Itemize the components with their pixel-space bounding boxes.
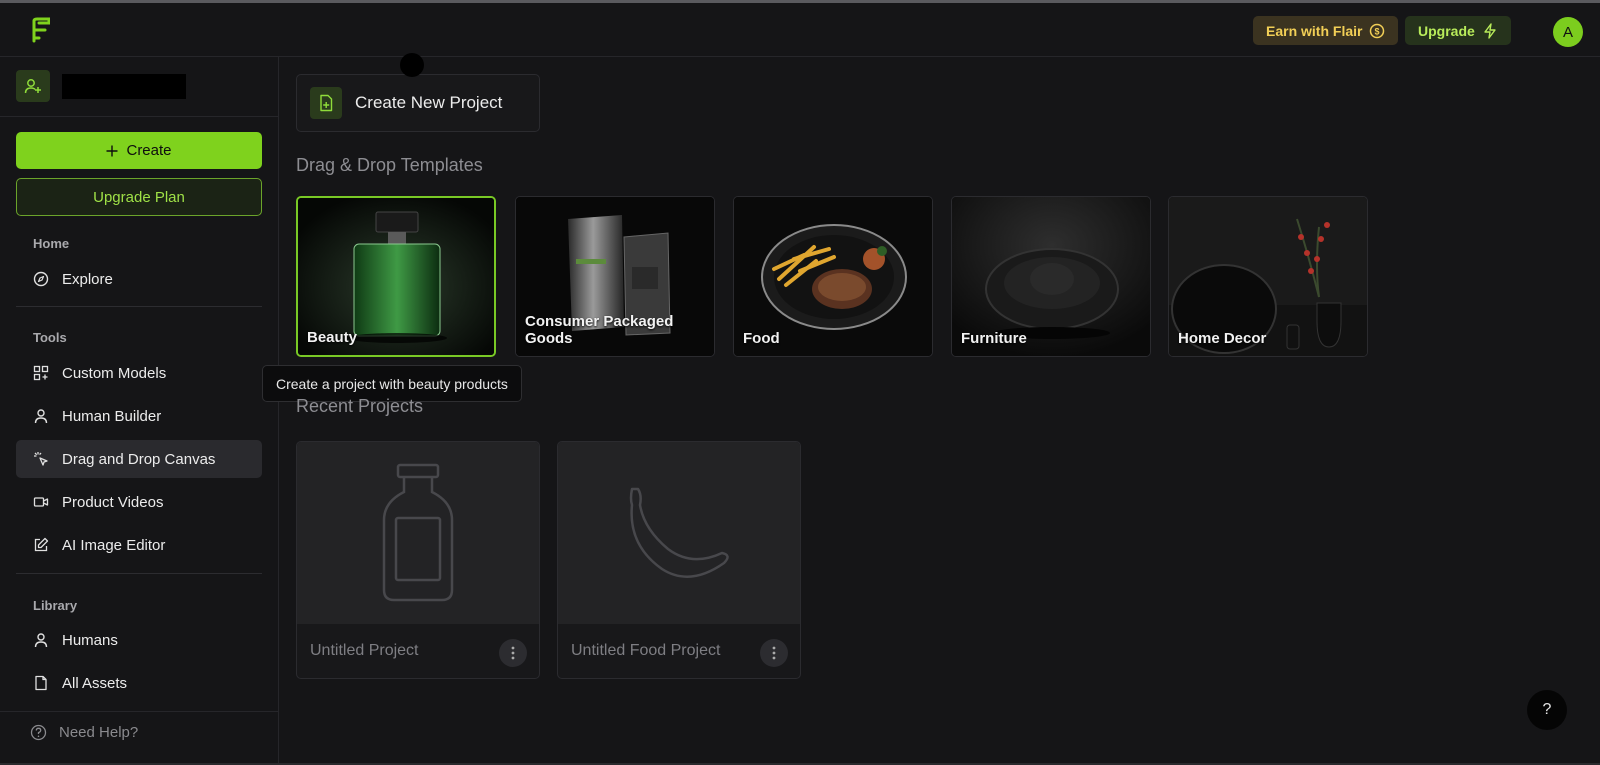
project-thumbnail [558, 442, 800, 624]
upgrade-plan-button[interactable]: Upgrade Plan [16, 178, 262, 216]
compass-icon [33, 271, 49, 287]
person-icon [34, 633, 48, 648]
upgrade-label: Upgrade [1418, 22, 1475, 39]
bottle-icon [382, 463, 454, 602]
create-label: Create [126, 142, 172, 159]
more-options-icon[interactable] [499, 639, 527, 667]
upgrade-button[interactable]: Upgrade [1405, 16, 1511, 45]
create-button[interactable]: Create [16, 132, 262, 169]
sidebar-divider [0, 116, 279, 117]
template-card-consumer-packaged-goods[interactable]: Consumer Packaged Goods [515, 196, 715, 357]
coin-icon: $ [1370, 23, 1385, 38]
sidebar-item-label: Drag and Drop Canvas [62, 450, 216, 468]
user-switcher[interactable] [16, 70, 186, 102]
project-title: Untitled Project [310, 642, 419, 659]
mouse-cursor-indicator [400, 53, 424, 77]
video-camera-icon [33, 497, 49, 507]
create-new-project-card[interactable]: Create New Project [296, 74, 540, 132]
template-label: Home Decor [1178, 330, 1267, 347]
create-new-project-label: Create New Project [355, 93, 503, 112]
project-card-untitled-food[interactable]: Untitled Food Project [557, 441, 801, 679]
sidebar-item-product-videos[interactable]: Product Videos [16, 483, 262, 521]
sidebar-item-drag-drop-canvas[interactable]: Drag and Drop Canvas [16, 440, 262, 478]
lightning-icon [1484, 22, 1496, 39]
sidebar-divider [16, 573, 262, 574]
template-label: Furniture [961, 330, 1027, 347]
sidebar-divider [16, 306, 262, 307]
templates-title: Drag & Drop Templates [296, 155, 483, 175]
sidebar-item-label: AI Image Editor [62, 536, 166, 554]
template-label: Food [743, 330, 780, 347]
template-card-beauty[interactable]: Beauty [296, 196, 496, 357]
user-avatar[interactable]: A [1553, 17, 1583, 47]
sidebar-item-label: Explore [62, 270, 113, 288]
help-circle-icon [30, 724, 47, 741]
sidebar-item-ai-image-editor[interactable]: AI Image Editor [16, 526, 262, 564]
sidebar: Create Upgrade Plan Home Explore Tools C… [0, 57, 279, 763]
section-label-home: Home [33, 236, 70, 251]
template-card-food[interactable]: Food [733, 196, 933, 357]
sidebar-item-all-assets[interactable]: All Assets [16, 664, 262, 702]
need-help-link[interactable]: Need Help? [30, 724, 138, 741]
earn-label: Earn with Flair [1266, 22, 1363, 39]
sidebar-item-custom-models[interactable]: Custom Models [16, 354, 262, 392]
project-card-untitled[interactable]: Untitled Project [296, 441, 540, 679]
template-label: Consumer Packaged Goods [525, 313, 674, 347]
template-card-furniture[interactable]: Furniture [951, 196, 1151, 357]
sidebar-item-label: Custom Models [62, 364, 167, 382]
banana-icon [629, 487, 729, 578]
person-icon [34, 409, 48, 424]
sidebar-item-label: Product Videos [62, 493, 164, 511]
new-file-icon [310, 87, 342, 119]
help-button[interactable]: ? [1527, 690, 1567, 730]
sidebar-item-label: All Assets [62, 674, 128, 692]
more-options-icon[interactable] [760, 639, 788, 667]
custom-models-icon [33, 365, 49, 381]
section-label-tools: Tools [33, 330, 67, 345]
edit-icon [34, 537, 49, 552]
sidebar-item-human-builder[interactable]: Human Builder [16, 397, 262, 435]
flair-logo[interactable] [30, 17, 50, 43]
project-title: Untitled Food Project [571, 642, 721, 659]
top-bar: Earn with Flair $ Upgrade A [0, 3, 1600, 57]
add-user-icon [16, 70, 50, 102]
user-name-redacted [62, 73, 186, 99]
template-card-home-decor[interactable]: Home Decor [1168, 196, 1368, 357]
earn-with-flair-button[interactable]: Earn with Flair $ [1253, 16, 1399, 45]
plus-icon [106, 145, 118, 156]
sidebar-item-explore[interactable]: Explore [16, 260, 262, 298]
recent-projects-title: Recent Projects [296, 396, 424, 416]
sidebar-item-label: Humans [62, 631, 118, 649]
need-help-label: Need Help? [59, 724, 139, 741]
section-label-library: Library [33, 598, 78, 613]
sidebar-divider [0, 711, 279, 712]
template-label: Beauty [307, 329, 358, 346]
sidebar-item-humans[interactable]: Humans [16, 621, 262, 659]
svg-text:$: $ [1375, 26, 1380, 36]
upgrade-plan-label: Upgrade Plan [93, 188, 185, 206]
sidebar-item-label: Human Builder [62, 407, 162, 425]
file-icon [35, 675, 47, 691]
project-thumbnail [297, 442, 539, 624]
cursor-click-icon [34, 452, 48, 466]
